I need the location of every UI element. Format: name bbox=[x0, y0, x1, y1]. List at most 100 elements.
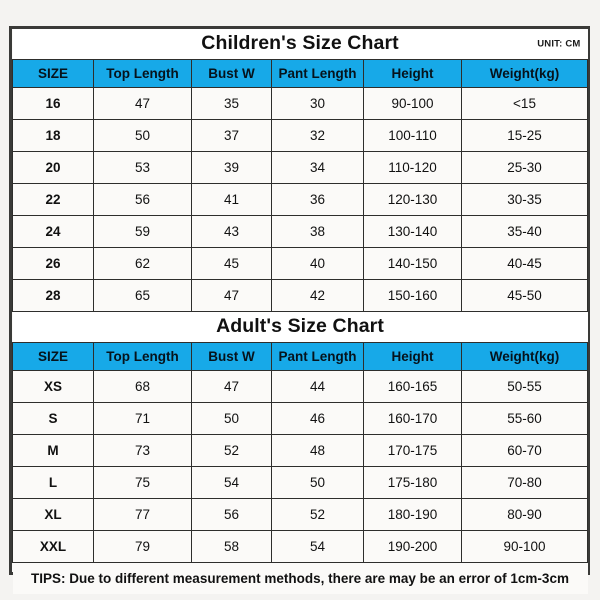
table-row: S 71 50 46 160-170 55-60 bbox=[12, 402, 589, 435]
cell-top-length: 65 bbox=[93, 279, 192, 312]
cell-weight: 70-80 bbox=[460, 466, 589, 499]
table-body: Children's Size Chart UNIT: CM SIZE Top … bbox=[12, 29, 589, 594]
cell-pant-length: 36 bbox=[271, 183, 364, 216]
cell-size: 18 bbox=[12, 119, 94, 152]
table-row: 22 56 41 36 120-130 30-35 bbox=[12, 183, 589, 216]
cell-weight: <15 bbox=[460, 87, 589, 120]
children-header-row: SIZE Top Length Bust W Pant Length Heigh… bbox=[12, 59, 589, 88]
table-row: XL 77 56 52 180-190 80-90 bbox=[12, 498, 589, 531]
cell-bust-w: 54 bbox=[191, 466, 272, 499]
cell-bust-w: 39 bbox=[191, 151, 272, 184]
table-row: L 75 54 50 175-180 70-80 bbox=[12, 466, 589, 499]
table-row: 26 62 45 40 140-150 40-45 bbox=[12, 247, 589, 280]
table-row: XXL 79 58 54 190-200 90-100 bbox=[12, 530, 589, 563]
cell-top-length: 77 bbox=[93, 498, 192, 531]
cell-height: 160-165 bbox=[363, 370, 462, 403]
cell-size: S bbox=[12, 402, 94, 435]
column-header-top-length: Top Length bbox=[93, 342, 192, 371]
cell-top-length: 79 bbox=[93, 530, 192, 563]
cell-weight: 25-30 bbox=[460, 151, 589, 184]
cell-bust-w: 43 bbox=[191, 215, 272, 248]
cell-height: 140-150 bbox=[363, 247, 462, 280]
column-header-size: SIZE bbox=[12, 342, 94, 371]
cell-pant-length: 48 bbox=[271, 434, 364, 467]
column-header-bust-w: Bust W bbox=[191, 59, 272, 88]
cell-weight: 45-50 bbox=[460, 279, 589, 312]
cell-weight: 90-100 bbox=[460, 530, 589, 563]
cell-size: M bbox=[12, 434, 94, 467]
cell-size: L bbox=[12, 466, 94, 499]
cell-size: 16 bbox=[12, 87, 94, 120]
unit-label: UNIT: CM bbox=[537, 38, 581, 50]
table-row: XS 68 47 44 160-165 50-55 bbox=[12, 370, 589, 403]
cell-weight: 35-40 bbox=[460, 215, 589, 248]
cell-pant-length: 52 bbox=[271, 498, 364, 531]
cell-bust-w: 56 bbox=[191, 498, 272, 531]
cell-top-length: 68 bbox=[93, 370, 192, 403]
cell-pant-length: 42 bbox=[271, 279, 364, 312]
cell-pant-length: 44 bbox=[271, 370, 364, 403]
cell-bust-w: 50 bbox=[191, 402, 272, 435]
table-row: 24 59 43 38 130-140 35-40 bbox=[12, 215, 589, 248]
cell-weight: 55-60 bbox=[460, 402, 589, 435]
cell-pant-length: 40 bbox=[271, 247, 364, 280]
cell-pant-length: 54 bbox=[271, 530, 364, 563]
cell-height: 100-110 bbox=[363, 119, 462, 152]
cell-height: 175-180 bbox=[363, 466, 462, 499]
table-row: 28 65 47 42 150-160 45-50 bbox=[12, 279, 589, 312]
children-title-row: Children's Size Chart UNIT: CM bbox=[12, 29, 588, 60]
table-row: 18 50 37 32 100-110 15-25 bbox=[12, 119, 589, 152]
column-header-bust-w: Bust W bbox=[191, 342, 272, 371]
cell-weight: 30-35 bbox=[460, 183, 589, 216]
column-header-height: Height bbox=[363, 342, 462, 371]
cell-weight: 15-25 bbox=[460, 119, 589, 152]
cell-top-length: 71 bbox=[93, 402, 192, 435]
cell-height: 110-120 bbox=[363, 151, 462, 184]
cell-size: XS bbox=[12, 370, 94, 403]
cell-height: 170-175 bbox=[363, 434, 462, 467]
cell-height: 150-160 bbox=[363, 279, 462, 312]
cell-pant-length: 34 bbox=[271, 151, 364, 184]
adults-title-cell: Adult's Size Chart bbox=[12, 311, 588, 343]
adults-title-row: Adult's Size Chart bbox=[12, 311, 588, 343]
cell-pant-length: 46 bbox=[271, 402, 364, 435]
cell-bust-w: 35 bbox=[191, 87, 272, 120]
children-chart-title: Children's Size Chart bbox=[201, 32, 399, 54]
column-header-height: Height bbox=[363, 59, 462, 88]
cell-height: 160-170 bbox=[363, 402, 462, 435]
tips-row: TIPS: Due to different measurement metho… bbox=[12, 562, 588, 594]
cell-height: 180-190 bbox=[363, 498, 462, 531]
cell-size: 22 bbox=[12, 183, 94, 216]
column-header-weight: Weight(kg) bbox=[460, 59, 589, 88]
tips-note: TIPS: Due to different measurement metho… bbox=[12, 562, 588, 594]
cell-top-length: 75 bbox=[93, 466, 192, 499]
cell-top-length: 59 bbox=[93, 215, 192, 248]
cell-size: 24 bbox=[12, 215, 94, 248]
adults-chart-title: Adult's Size Chart bbox=[216, 315, 384, 337]
adults-header-row: SIZE Top Length Bust W Pant Length Heigh… bbox=[12, 342, 589, 371]
cell-weight: 40-45 bbox=[460, 247, 589, 280]
cell-size: 20 bbox=[12, 151, 94, 184]
cell-top-length: 53 bbox=[93, 151, 192, 184]
column-header-pant-length: Pant Length bbox=[271, 59, 364, 88]
cell-bust-w: 52 bbox=[191, 434, 272, 467]
cell-top-length: 56 bbox=[93, 183, 192, 216]
column-header-weight: Weight(kg) bbox=[460, 342, 589, 371]
cell-top-length: 62 bbox=[93, 247, 192, 280]
cell-height: 120-130 bbox=[363, 183, 462, 216]
column-header-top-length: Top Length bbox=[93, 59, 192, 88]
cell-height: 130-140 bbox=[363, 215, 462, 248]
cell-bust-w: 47 bbox=[191, 279, 272, 312]
table-row: 16 47 35 30 90-100 <15 bbox=[12, 87, 589, 120]
size-chart-table: Children's Size Chart UNIT: CM SIZE Top … bbox=[12, 29, 589, 594]
cell-bust-w: 58 bbox=[191, 530, 272, 563]
cell-size: 26 bbox=[12, 247, 94, 280]
size-chart-frame: Children's Size Chart UNIT: CM SIZE Top … bbox=[9, 26, 590, 594]
cell-height: 90-100 bbox=[363, 87, 462, 120]
cell-bust-w: 45 bbox=[191, 247, 272, 280]
cell-weight: 80-90 bbox=[460, 498, 589, 531]
cell-weight: 50-55 bbox=[460, 370, 589, 403]
cell-top-length: 73 bbox=[93, 434, 192, 467]
cell-bust-w: 47 bbox=[191, 370, 272, 403]
table-row: M 73 52 48 170-175 60-70 bbox=[12, 434, 589, 467]
